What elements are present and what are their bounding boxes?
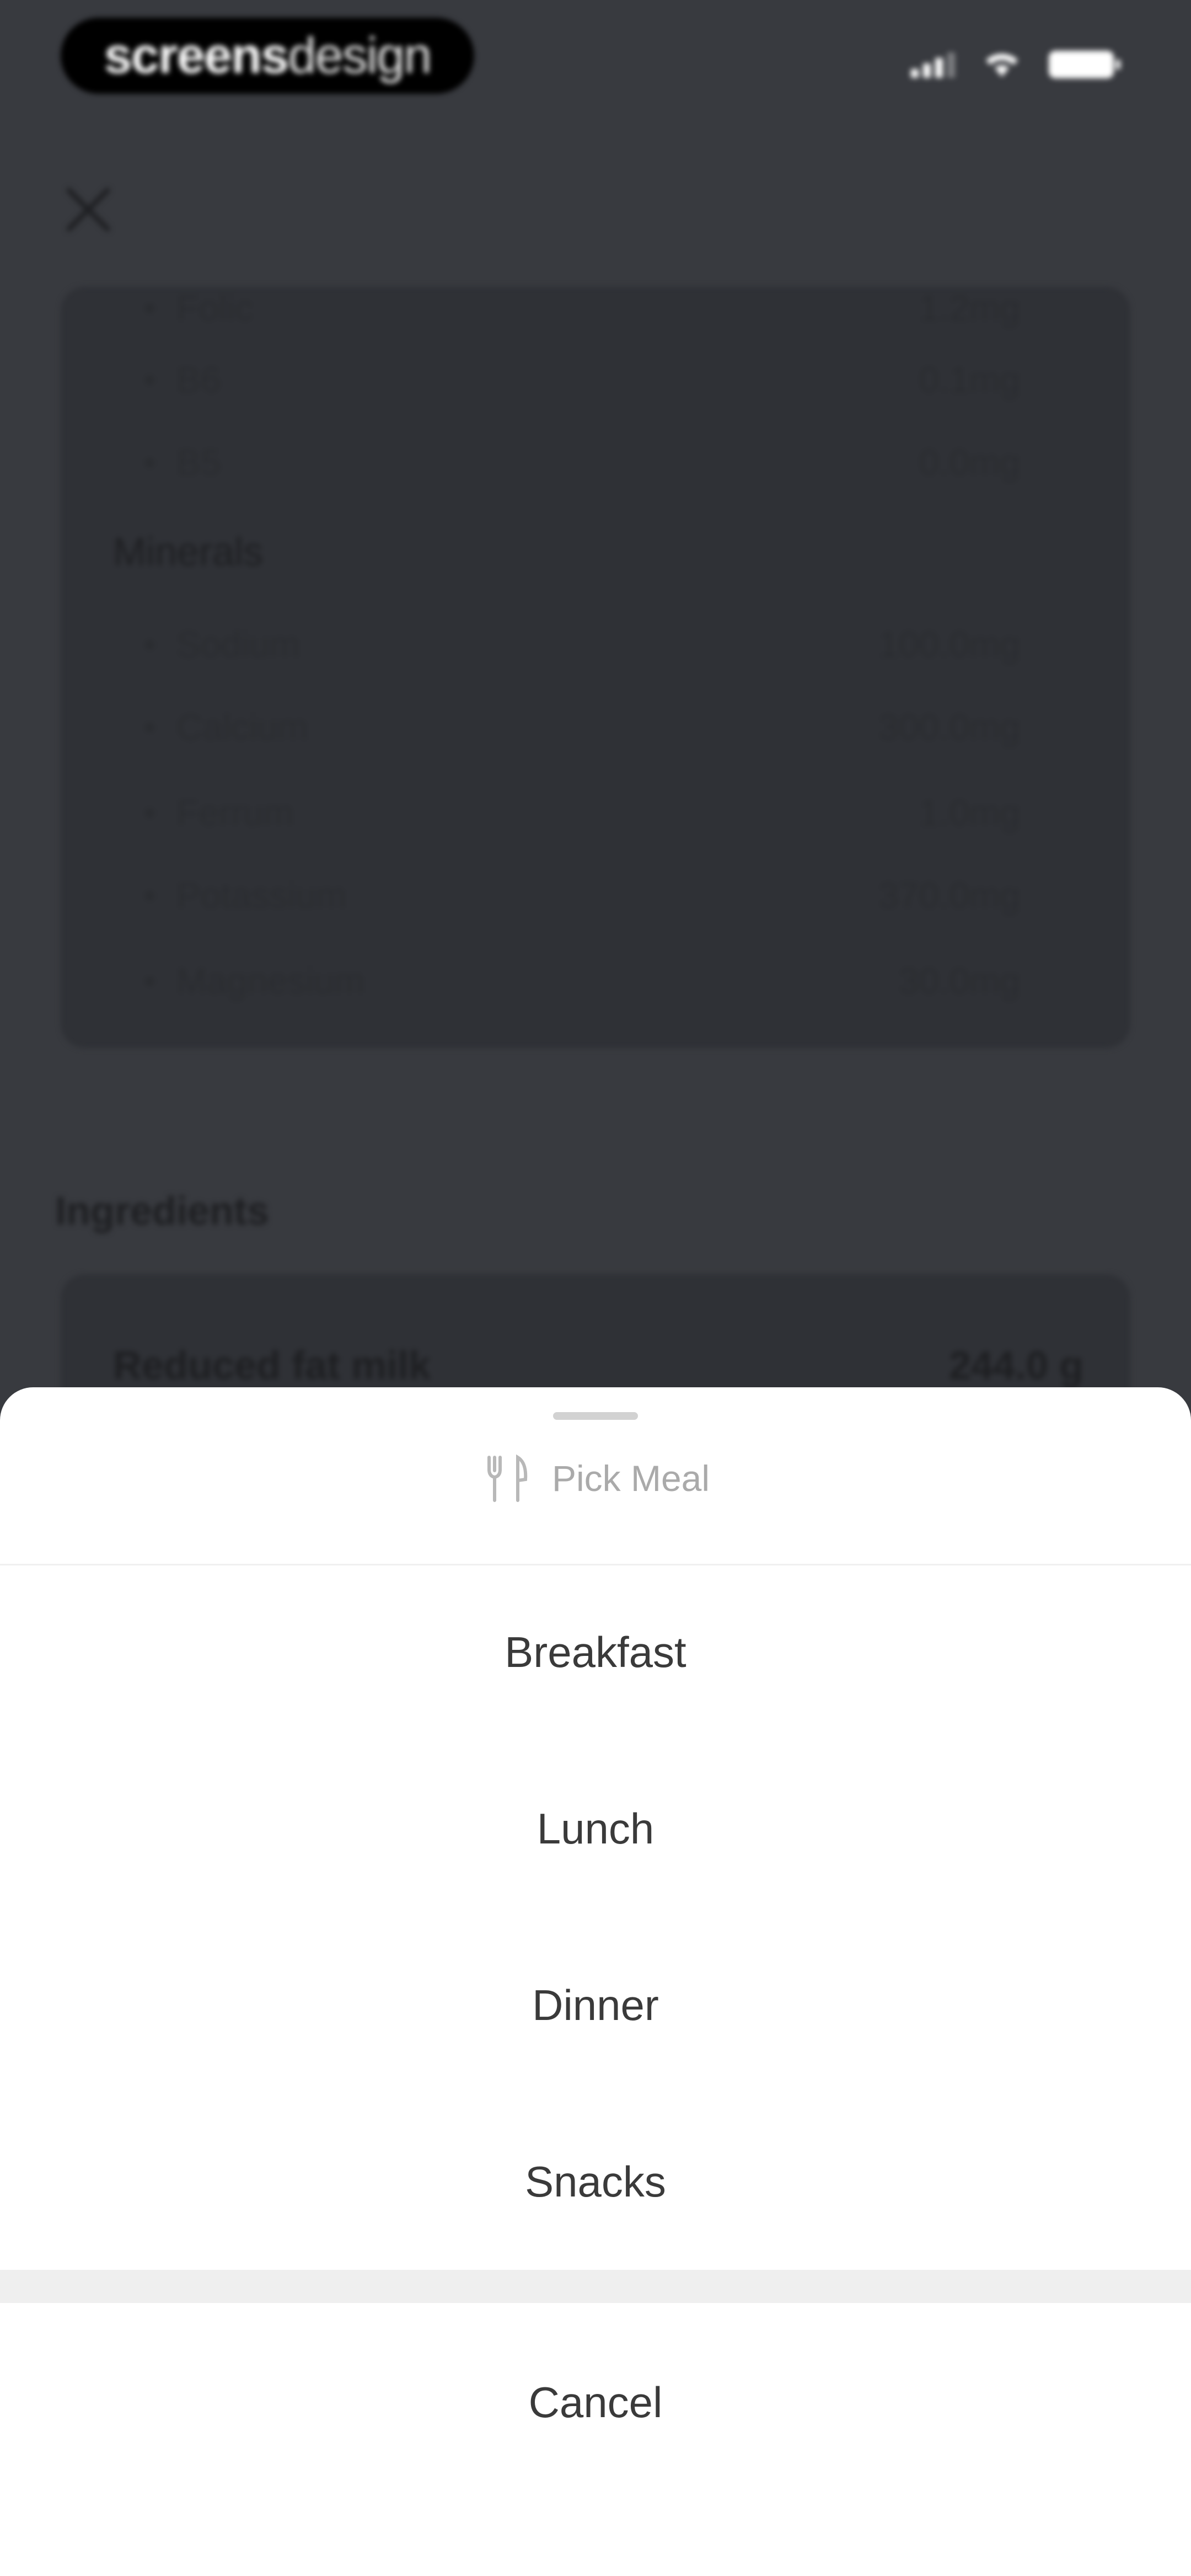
vitamin-row: • B5 0.0mg [143,442,1020,483]
mineral-row: • Magnesium 30.0mg [143,960,1020,1001]
option-breakfast[interactable]: Breakfast [0,1564,1191,1740]
mineral-label: Sodium [176,624,300,665]
mineral-row: • Ferrum 1.0mg [143,792,1020,833]
ingredient-name: Reduced fat milk [113,1344,431,1388]
mineral-label: Ferrum [176,792,294,833]
nutrition-card: • Folic 1.2mg • B6 0.1mg • B5 0.0mg Mine… [61,287,1130,1048]
mineral-row: • Sodium 100.0mg [143,624,1020,665]
cancel-button[interactable]: Cancel [0,2303,1191,2502]
brand-bold-text: screens [104,27,289,84]
mineral-row: • Potassium 370.0mg [143,875,1020,916]
mineral-label: Calcium [176,707,308,747]
section-divider [0,2270,1191,2303]
option-lunch[interactable]: Lunch [0,1740,1191,1917]
vitamin-label: B6 [176,359,221,400]
mineral-value: 30.0mg [898,960,1020,1001]
vitamin-row: • B6 0.1mg [143,359,1020,400]
battery-icon [1049,51,1120,78]
vitamin-value: 0.0mg [919,442,1020,483]
close-icon[interactable] [61,182,116,237]
brand-light-text: design [288,27,432,84]
brand-logo: screens design [61,18,474,94]
sheet-grabber[interactable] [553,1412,638,1420]
mineral-row: • Calcium 300.0mg [143,707,1020,747]
fork-knife-icon [487,1454,528,1502]
minerals-heading: Minerals [113,530,264,574]
option-snacks[interactable]: Snacks [0,2093,1191,2270]
vitamin-label: B5 [176,442,221,483]
wifi-icon [986,54,1018,77]
sheet-title: Pick Meal [551,1458,710,1499]
mineral-value: 370.0mg [878,875,1020,916]
sheet-header: Pick Meal [0,1442,1191,1514]
pick-meal-sheet: Pick Meal Breakfast Lunch Dinner Snacks … [0,1387,1191,2576]
vitamin-value: 0.1mg [919,359,1020,400]
signal-icon [911,51,955,78]
status-bar: screens design [0,0,1191,121]
status-icons [911,51,1120,78]
vitamin-value: 1.2mg [919,287,1020,328]
mineral-value: 300.0mg [878,707,1020,747]
mineral-label: Magnesium [176,960,365,1001]
screen: screens design • Folic 1.2mg • B6 0.1mg … [0,0,1191,2576]
ingredient-amount: 244.0 g [948,1344,1083,1388]
mineral-value: 100.0mg [878,624,1020,665]
mineral-label: Potassium [176,875,347,916]
ingredient-row: Reduced fat milk 244.0 g [113,1343,1083,1388]
mineral-value: 1.0mg [919,792,1020,833]
vitamin-label: Folic [176,287,254,328]
ingredients-heading: Ingredients [55,1189,270,1233]
vitamin-row: • Folic 1.2mg [143,287,1020,328]
option-dinner[interactable]: Dinner [0,1917,1191,2093]
